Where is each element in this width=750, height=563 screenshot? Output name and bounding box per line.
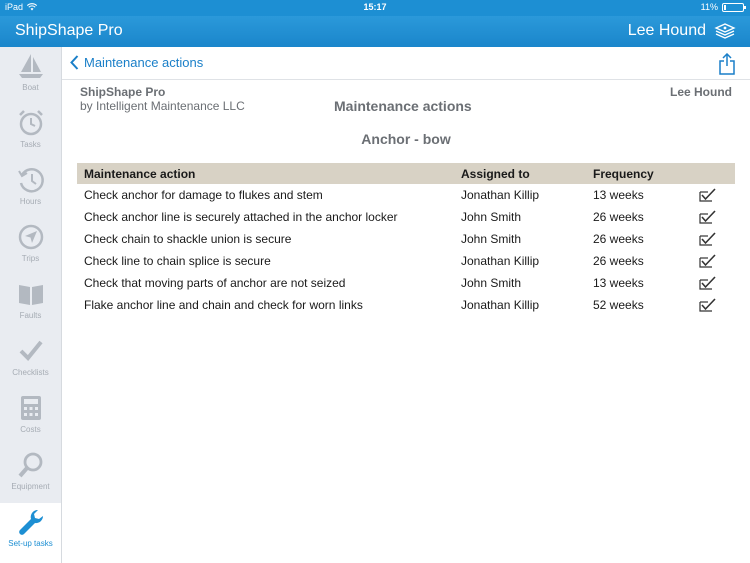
sidebar-item-tasks[interactable]: Tasks [0, 104, 61, 161]
sidebar-item-label: Trips [21, 254, 40, 263]
sidebar-item-setup-tasks[interactable]: Set-up tasks [0, 503, 61, 563]
row-checkbox[interactable] [696, 250, 735, 272]
row-frequency: 26 weeks [593, 254, 644, 268]
table-row[interactable]: Check anchor for damage to flukes and st… [77, 184, 735, 206]
row-assigned-to: John Smith [461, 276, 522, 290]
column-header-select [696, 163, 735, 184]
company-byline: by Intelligent Maintenance LLC [80, 99, 245, 113]
column-header-frequency: Frequency [593, 166, 654, 181]
company-block: ShipShape Pro by Intelligent Maintenance… [80, 85, 245, 113]
sidebar-item-hours[interactable]: Hours [0, 161, 61, 218]
company-name: ShipShape Pro [80, 85, 166, 99]
sidebar-item-equipment[interactable]: Equipment [0, 446, 61, 503]
sidebar-item-label: Hours [19, 197, 42, 206]
row-checkbox[interactable] [696, 184, 735, 206]
row-assigned-to: Jonathan Killip [461, 254, 540, 268]
sailboat-icon [18, 54, 43, 78]
row-action: Check line to chain splice is secure [84, 254, 271, 268]
row-assigned-to: John Smith [461, 210, 522, 224]
report-user: Lee Hound [670, 85, 732, 99]
sidebar-item-costs[interactable]: Costs [0, 389, 61, 446]
table-row[interactable]: Flake anchor line and chain and check fo… [77, 294, 735, 316]
report-subtitle: Anchor - bow [361, 131, 451, 147]
row-action: Check anchor line is securely attached i… [84, 210, 398, 224]
report-title: Maintenance actions [334, 98, 472, 114]
app-title: ShipShape Pro [15, 22, 123, 39]
open-book-icon [18, 285, 43, 305]
chevron-left-icon [70, 55, 79, 70]
status-time: 15:17 [363, 2, 387, 12]
sidebar-item-label: Checklists [12, 368, 49, 377]
status-right: 11% [700, 2, 746, 12]
sidebar-item-boat[interactable]: Boat [0, 47, 61, 104]
table-header-row: Maintenance action Assigned to Frequency [77, 163, 735, 184]
row-frequency: 13 weeks [593, 188, 644, 202]
sidebar-item-checklists[interactable]: Checklists [0, 332, 61, 389]
wrench-icon [18, 509, 43, 535]
sidebar-item-label: Tasks [20, 140, 41, 149]
sidebar-item-trips[interactable]: Trips [0, 218, 61, 275]
checkbox-tick-icon [699, 232, 716, 246]
share-icon[interactable] [718, 53, 736, 75]
history-clock-icon [17, 168, 44, 193]
back-button-label: Maintenance actions [84, 55, 204, 70]
table-row[interactable]: Check that moving parts of anchor are no… [77, 272, 735, 294]
checkbox-tick-icon [699, 254, 716, 268]
sidebar-item-label: Set-up tasks [8, 539, 53, 548]
table-row[interactable]: Check chain to shackle union is secure Jo… [77, 228, 735, 250]
main-content: Maintenance actions ShipShape Pro by Int… [62, 47, 750, 563]
row-frequency: 52 weeks [593, 298, 644, 312]
back-button[interactable]: Maintenance actions [70, 55, 203, 70]
app-header: ShipShape Pro Lee Hound [0, 16, 750, 47]
row-action: Flake anchor line and chain and check fo… [84, 298, 363, 312]
column-header-assigned: Assigned to [461, 166, 530, 181]
battery-percent: 11% [700, 2, 718, 12]
row-assigned-to: John Smith [461, 232, 522, 246]
row-frequency: 13 weeks [593, 276, 644, 290]
row-assigned-to: Jonathan Killip [461, 188, 540, 202]
row-frequency: 26 weeks [593, 232, 644, 246]
row-action: Check that moving parts of anchor are no… [84, 276, 346, 290]
checkbox-tick-icon [699, 210, 716, 224]
calculator-icon [20, 396, 41, 420]
row-assigned-to: Jonathan Killip [461, 298, 540, 312]
table-row[interactable]: Check anchor line is securely attached i… [77, 206, 735, 228]
row-checkbox[interactable] [696, 206, 735, 228]
row-checkbox[interactable] [696, 294, 735, 316]
compass-arrow-icon [18, 224, 43, 250]
user-name[interactable]: Lee Hound [628, 22, 706, 40]
checkmark-icon [19, 340, 43, 361]
sub-navigation-bar: Maintenance actions [62, 47, 750, 80]
status-bar: iPad 15:17 11% [0, 0, 750, 16]
checkbox-tick-icon [699, 298, 716, 312]
row-checkbox[interactable] [696, 272, 735, 294]
checkbox-tick-icon [699, 188, 716, 202]
alarm-clock-icon [18, 110, 43, 136]
row-action: Check anchor for damage to flukes and st… [84, 188, 323, 202]
sidebar-item-faults[interactable]: Faults [0, 275, 61, 332]
row-frequency: 26 weeks [593, 210, 644, 224]
column-header-action: Maintenance action [84, 166, 196, 181]
checkbox-tick-icon [699, 276, 716, 290]
battery-level [724, 4, 726, 10]
row-checkbox[interactable] [696, 228, 735, 250]
row-action: Check chain to shackle union is secure [84, 232, 292, 246]
sidebar-item-label: Boat [22, 83, 39, 92]
maintenance-table: Maintenance action Assigned to Frequency… [77, 163, 735, 316]
sidebar-item-label: Costs [20, 425, 41, 434]
logbook-stack-icon[interactable] [714, 23, 736, 41]
sidebar: Boat Tasks Hours Trips Faults Checklists… [0, 47, 62, 563]
sidebar-item-label: Faults [19, 311, 42, 320]
table-row[interactable]: Check line to chain splice is secure Jona… [77, 250, 735, 272]
sidebar-item-label: Equipment [11, 482, 50, 491]
table-body: Check anchor for damage to flukes and st… [77, 184, 735, 316]
battery-icon [722, 2, 746, 12]
magnifier-icon [17, 452, 42, 478]
